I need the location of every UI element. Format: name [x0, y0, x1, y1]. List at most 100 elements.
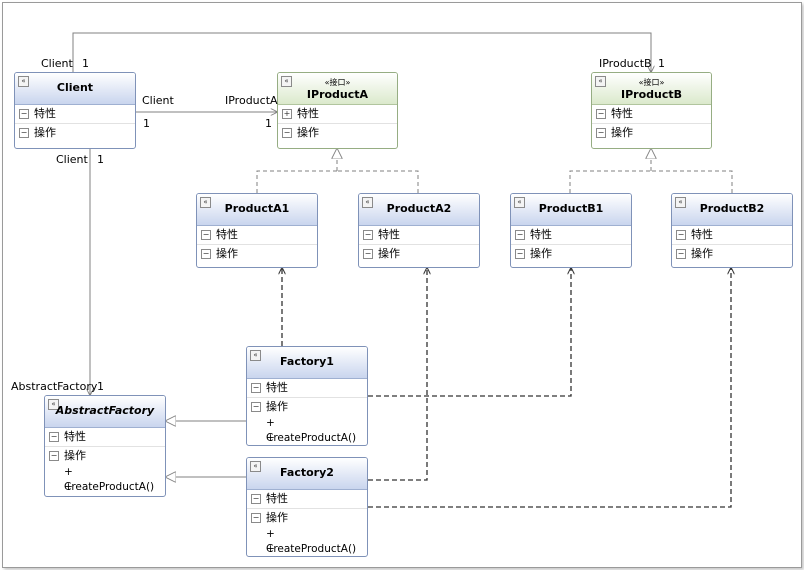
stereotype: «接口»	[324, 78, 351, 87]
operations-label: 操作	[64, 449, 86, 462]
attributes-label: 特性	[266, 492, 288, 505]
operations-section[interactable]: − 操作	[45, 447, 165, 465]
minus-icon[interactable]: −	[596, 128, 606, 138]
class-header: « Factory2	[247, 458, 367, 490]
productb1-class[interactable]: « ProductB1 − 特性 − 操作	[510, 193, 632, 268]
realize-producta2	[337, 170, 419, 193]
role-label: AbstractFactory	[11, 380, 98, 393]
uml-class-diagram: « Client − 特性 − 操作 « «接口» IProductA + 特性 − 操…	[0, 0, 804, 570]
operations-section[interactable]: − 操作	[592, 124, 711, 142]
class-header: « ProductB2	[672, 194, 792, 226]
minus-icon[interactable]: −	[251, 383, 261, 393]
plus-icon[interactable]: +	[282, 109, 292, 119]
role-label: Client	[41, 57, 73, 70]
attributes-section[interactable]: − 特性	[359, 226, 479, 245]
realize-productb1	[569, 170, 651, 193]
operations-label: 操作	[691, 247, 713, 260]
interface-name: IProductB	[620, 88, 682, 101]
class-header: « AbstractFactory	[45, 396, 165, 428]
minus-icon[interactable]: −	[201, 230, 211, 240]
operations-section[interactable]: − 操作	[247, 398, 367, 416]
operations-label: 操作	[216, 247, 238, 260]
iproductb-interface[interactable]: « «接口» IProductB − 特性 − 操作	[591, 72, 712, 149]
operations-section[interactable]: − 操作	[672, 245, 792, 263]
operations-section[interactable]: − 操作	[278, 124, 397, 142]
minus-icon[interactable]: −	[596, 109, 606, 119]
client-class[interactable]: « Client − 特性 − 操作	[14, 72, 136, 149]
productb2-class[interactable]: « ProductB2 − 特性 − 操作	[671, 193, 793, 268]
class-name: Factory1	[280, 355, 334, 368]
multiplicity-label: 1	[82, 57, 89, 70]
class-name: ProductB2	[699, 202, 765, 215]
role-label: IProductB	[599, 57, 652, 70]
assoc-client-iproductb	[72, 32, 651, 73]
operations-section[interactable]: − 操作	[511, 245, 631, 263]
minus-icon[interactable]: −	[49, 451, 59, 461]
factory2-class[interactable]: « Factory2 − 特性 − 操作 + CreateProductA() + …	[246, 457, 368, 557]
class-header: « ProductA1	[197, 194, 317, 226]
attributes-section[interactable]: − 特性	[672, 226, 792, 245]
attributes-label: 特性	[530, 228, 552, 241]
depend-factory2-productb2	[368, 268, 731, 508]
operations-label: 操作	[266, 511, 288, 524]
minus-icon[interactable]: −	[515, 249, 525, 259]
operations-label: 操作	[378, 247, 400, 260]
class-name: Client	[56, 81, 94, 94]
method-item[interactable]: + CreateProductA()	[247, 416, 367, 444]
class-name: ProductA1	[224, 202, 290, 215]
attributes-section[interactable]: + 特性	[278, 105, 397, 124]
method-item[interactable]: + CreateProductA()	[45, 465, 165, 493]
minus-icon[interactable]: −	[251, 402, 261, 412]
interface-name: IProductA	[306, 88, 369, 101]
stereotype: «接口»	[638, 78, 665, 87]
operations-label: 操作	[611, 126, 633, 139]
minus-icon[interactable]: −	[676, 230, 686, 240]
abstractfactory-class[interactable]: « AbstractFactory − 特性 − 操作 + CreateProduc…	[44, 395, 166, 497]
minus-icon[interactable]: −	[201, 249, 211, 259]
role-label: Client	[56, 153, 88, 166]
attributes-label: 特性	[216, 228, 238, 241]
operations-section[interactable]: − 操作	[247, 509, 367, 527]
depend-factory1-productb1	[368, 268, 571, 397]
minus-icon[interactable]: −	[676, 249, 686, 259]
attributes-section[interactable]: − 特性	[592, 105, 711, 124]
iproducta-interface[interactable]: « «接口» IProductA + 特性 − 操作	[277, 72, 398, 149]
class-header: « Factory1	[247, 347, 367, 379]
attributes-section[interactable]: − 特性	[45, 428, 165, 447]
role-label: IProductA	[225, 94, 278, 107]
minus-icon[interactable]: −	[19, 109, 29, 119]
producta2-class[interactable]: « ProductA2 − 特性 − 操作	[358, 193, 480, 268]
multiplicity-label: 1	[97, 380, 104, 393]
method-item[interactable]: + CreateProductA()	[247, 527, 367, 555]
attributes-section[interactable]: − 特性	[197, 226, 317, 245]
attributes-label: 特性	[266, 381, 288, 394]
minus-icon[interactable]: −	[49, 432, 59, 442]
minus-icon[interactable]: −	[251, 494, 261, 504]
minus-icon[interactable]: −	[19, 128, 29, 138]
interface-header: « «接口» IProductB	[592, 73, 711, 105]
minus-icon[interactable]: −	[282, 128, 292, 138]
operations-section[interactable]: − 操作	[15, 124, 135, 142]
operations-label: 操作	[530, 247, 552, 260]
minus-icon[interactable]: −	[515, 230, 525, 240]
multiplicity-label: 1	[265, 117, 272, 130]
producta1-class[interactable]: « ProductA1 − 特性 − 操作	[196, 193, 318, 268]
attributes-section[interactable]: − 特性	[247, 379, 367, 398]
operations-section[interactable]: − 操作	[359, 245, 479, 263]
attributes-section[interactable]: − 特性	[247, 490, 367, 509]
minus-icon[interactable]: −	[363, 249, 373, 259]
minus-icon[interactable]: −	[363, 230, 373, 240]
multiplicity-label: 1	[97, 153, 104, 166]
attributes-section[interactable]: − 特性	[511, 226, 631, 245]
minus-icon[interactable]: −	[251, 513, 261, 523]
class-name: ProductB1	[538, 202, 604, 215]
multiplicity-label: 1	[658, 57, 665, 70]
attributes-section[interactable]: − 特性	[15, 105, 135, 124]
class-name: ProductA2	[386, 202, 452, 215]
role-label: Client	[142, 94, 174, 107]
operations-section[interactable]: − 操作	[197, 245, 317, 263]
factory1-class[interactable]: « Factory1 − 特性 − 操作 + CreateProductA() + …	[246, 346, 368, 446]
realize-producta1	[256, 170, 337, 193]
attributes-label: 特性	[34, 107, 56, 120]
class-header: « ProductA2	[359, 194, 479, 226]
